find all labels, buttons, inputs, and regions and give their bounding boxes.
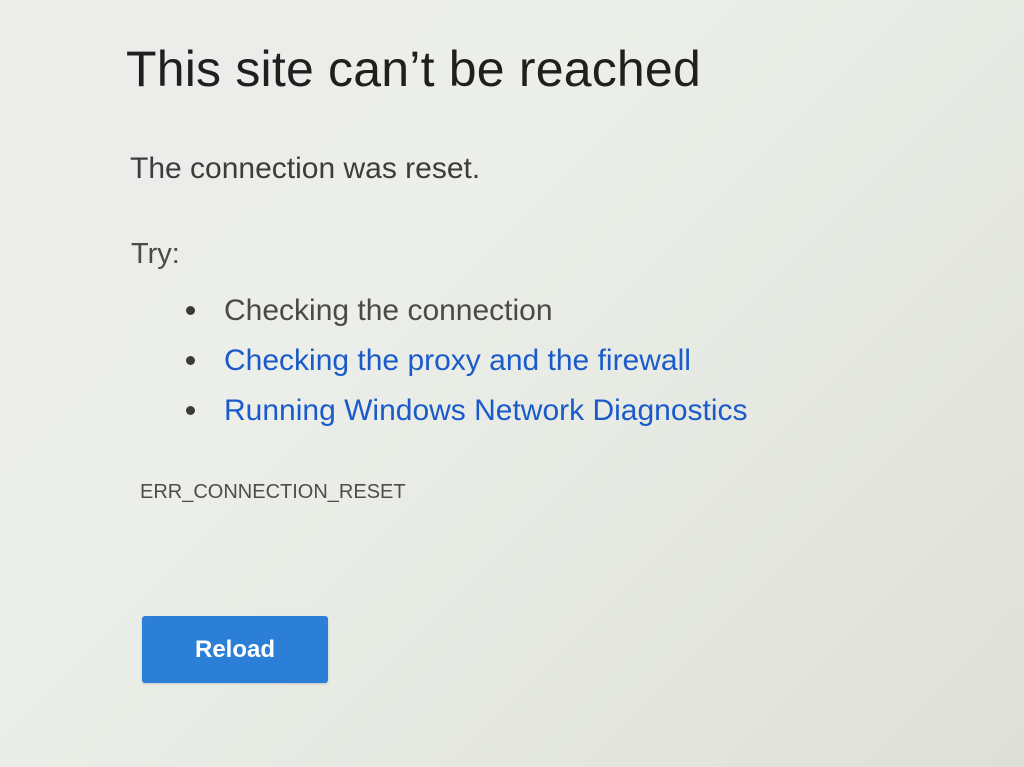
error-description: The connection was reset. <box>130 152 481 185</box>
network-diagnostics-link[interactable]: Running Windows Network Diagnostics <box>224 394 748 427</box>
proxy-firewall-link[interactable]: Checking the proxy and the firewall <box>224 344 691 377</box>
reload-button[interactable]: Reload <box>142 616 328 683</box>
suggestion-check-connection: Checking the connection <box>186 290 748 340</box>
suggestion-proxy-firewall: Checking the proxy and the firewall <box>186 340 748 390</box>
error-code: ERR_CONNECTION_RESET <box>140 481 406 503</box>
error-page: This site can’t be reached The connectio… <box>0 0 1024 767</box>
suggestion-label: Checking the connection <box>224 294 553 327</box>
bullet-icon <box>186 306 195 315</box>
page-title: This site can’t be reached <box>126 41 701 97</box>
try-label: Try: <box>131 238 180 270</box>
bullet-icon <box>186 406 195 415</box>
bullet-icon <box>186 356 195 365</box>
suggestion-list: Checking the connection Checking the pro… <box>186 290 748 440</box>
suggestion-network-diagnostics: Running Windows Network Diagnostics <box>186 390 748 440</box>
